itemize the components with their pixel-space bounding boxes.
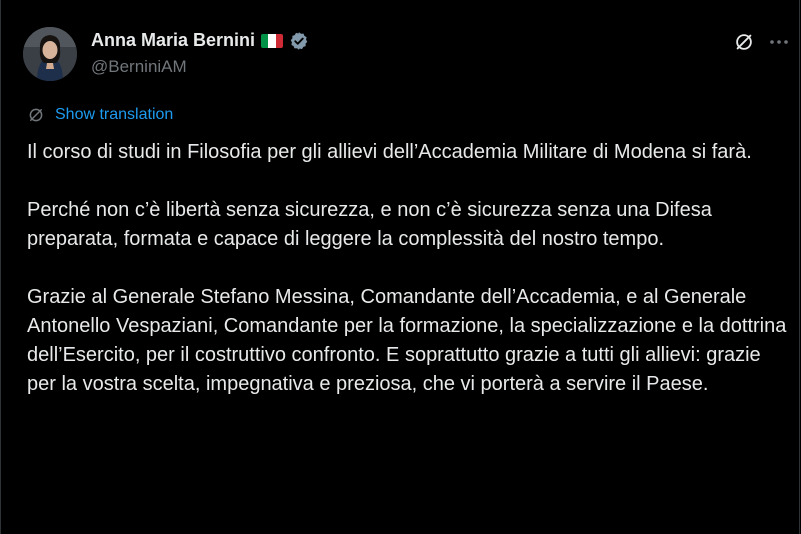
- tweet-paragraph: Perché non c’è libertà senza sicurezza, …: [27, 199, 712, 250]
- translation-slashed-circle-icon: [29, 108, 43, 122]
- profile-photo: [23, 27, 77, 81]
- tweet-text: Il corso di studi in Filosofia per gli a…: [27, 138, 787, 399]
- verified-badge-icon[interactable]: [289, 31, 309, 51]
- author-handle[interactable]: @BerniniAM: [91, 57, 187, 77]
- tweet-card: Anna Maria Bernini @BerniniAM Show trans…: [0, 0, 800, 534]
- italy-flag-icon: [261, 33, 284, 48]
- show-translation-link[interactable]: Show translation: [27, 106, 173, 124]
- more-dots-icon[interactable]: [767, 31, 791, 53]
- author-name-row: Anna Maria Bernini: [91, 30, 309, 51]
- author-display-name[interactable]: Anna Maria Bernini: [91, 30, 255, 51]
- slashed-circle-icon[interactable]: [733, 31, 755, 53]
- tweet-paragraph: Il corso di studi in Filosofia per gli a…: [27, 141, 752, 163]
- tweet-paragraph: Grazie al Generale Stefano Messina, Coma…: [27, 286, 787, 395]
- show-translation-label[interactable]: Show translation: [55, 106, 173, 124]
- avatar[interactable]: [23, 27, 77, 81]
